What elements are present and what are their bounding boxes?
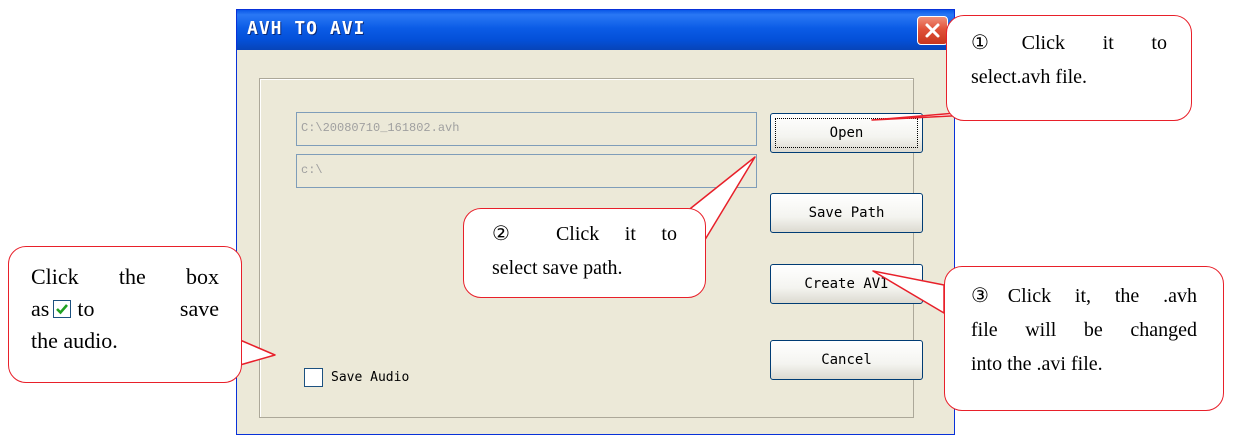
callout-create-line1: ③Click it, the .avh xyxy=(971,285,1197,307)
callout-save-path: ② Click it to select save path. xyxy=(463,208,706,298)
callout-open-line1: ①Click it to xyxy=(971,32,1167,54)
callout-save-line2: select save path. xyxy=(492,257,623,279)
callout-pointer-create xyxy=(872,270,945,314)
callout-audio-line3: the audio. xyxy=(31,328,118,353)
checkbox-checked-icon xyxy=(53,300,72,318)
callout-audio-to-save: to save xyxy=(77,296,219,321)
callout-audio-line2: as to save xyxy=(31,293,219,325)
callout-audio-as: as xyxy=(31,296,50,321)
callout-save-audio: Click the box as to save the audio. xyxy=(8,246,242,383)
callout-create-avi: ③Click it, the .avh file will be changed… xyxy=(944,266,1224,411)
callout-open-line2: select.avh file. xyxy=(971,66,1088,88)
callout-create-line2: file will be changed xyxy=(971,319,1197,341)
callout-save-line1: ② Click it to xyxy=(492,223,677,245)
callout-create-line3: into the .avi file. xyxy=(971,353,1103,375)
callout-audio-line1: Click the box xyxy=(31,264,219,289)
callout-open: ①Click it to select.avh file. xyxy=(946,15,1192,121)
callout-pointer-audio xyxy=(239,339,276,366)
